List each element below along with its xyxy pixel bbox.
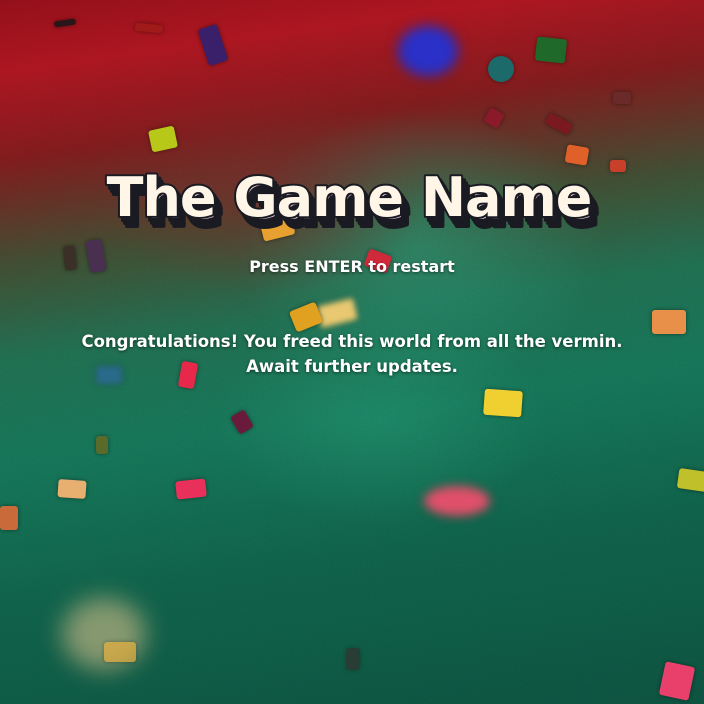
confetti-piece: [534, 36, 568, 64]
game-screen[interactable]: The Game Name The Game Name The Game Nam…: [0, 0, 704, 704]
game-title: The Game Name The Game Name The Game Nam…: [0, 160, 704, 240]
confetti-piece: [104, 642, 136, 662]
confetti-piece: [424, 486, 490, 516]
confetti-piece: [96, 436, 108, 454]
restart-prompt: Press ENTER to restart: [249, 257, 455, 276]
confetti-piece: [175, 478, 207, 500]
message-line: Await further updates.: [246, 357, 458, 376]
confetti-piece: [483, 388, 523, 418]
confetti-piece: [488, 56, 514, 82]
confetti-piece: [57, 479, 87, 499]
title-text: The Game Name: [107, 166, 592, 229]
confetti-piece: [346, 648, 360, 670]
game-title-graphic: The Game Name The Game Name The Game Nam…: [105, 164, 602, 240]
confetti-piece: [613, 92, 631, 104]
confetti-piece: [398, 26, 458, 76]
congratulations-message: Congratulations! You freed this world fr…: [0, 329, 704, 379]
message-line: Congratulations! You freed this world fr…: [81, 332, 623, 351]
confetti-piece: [0, 506, 18, 530]
confetti-piece: [676, 468, 704, 492]
